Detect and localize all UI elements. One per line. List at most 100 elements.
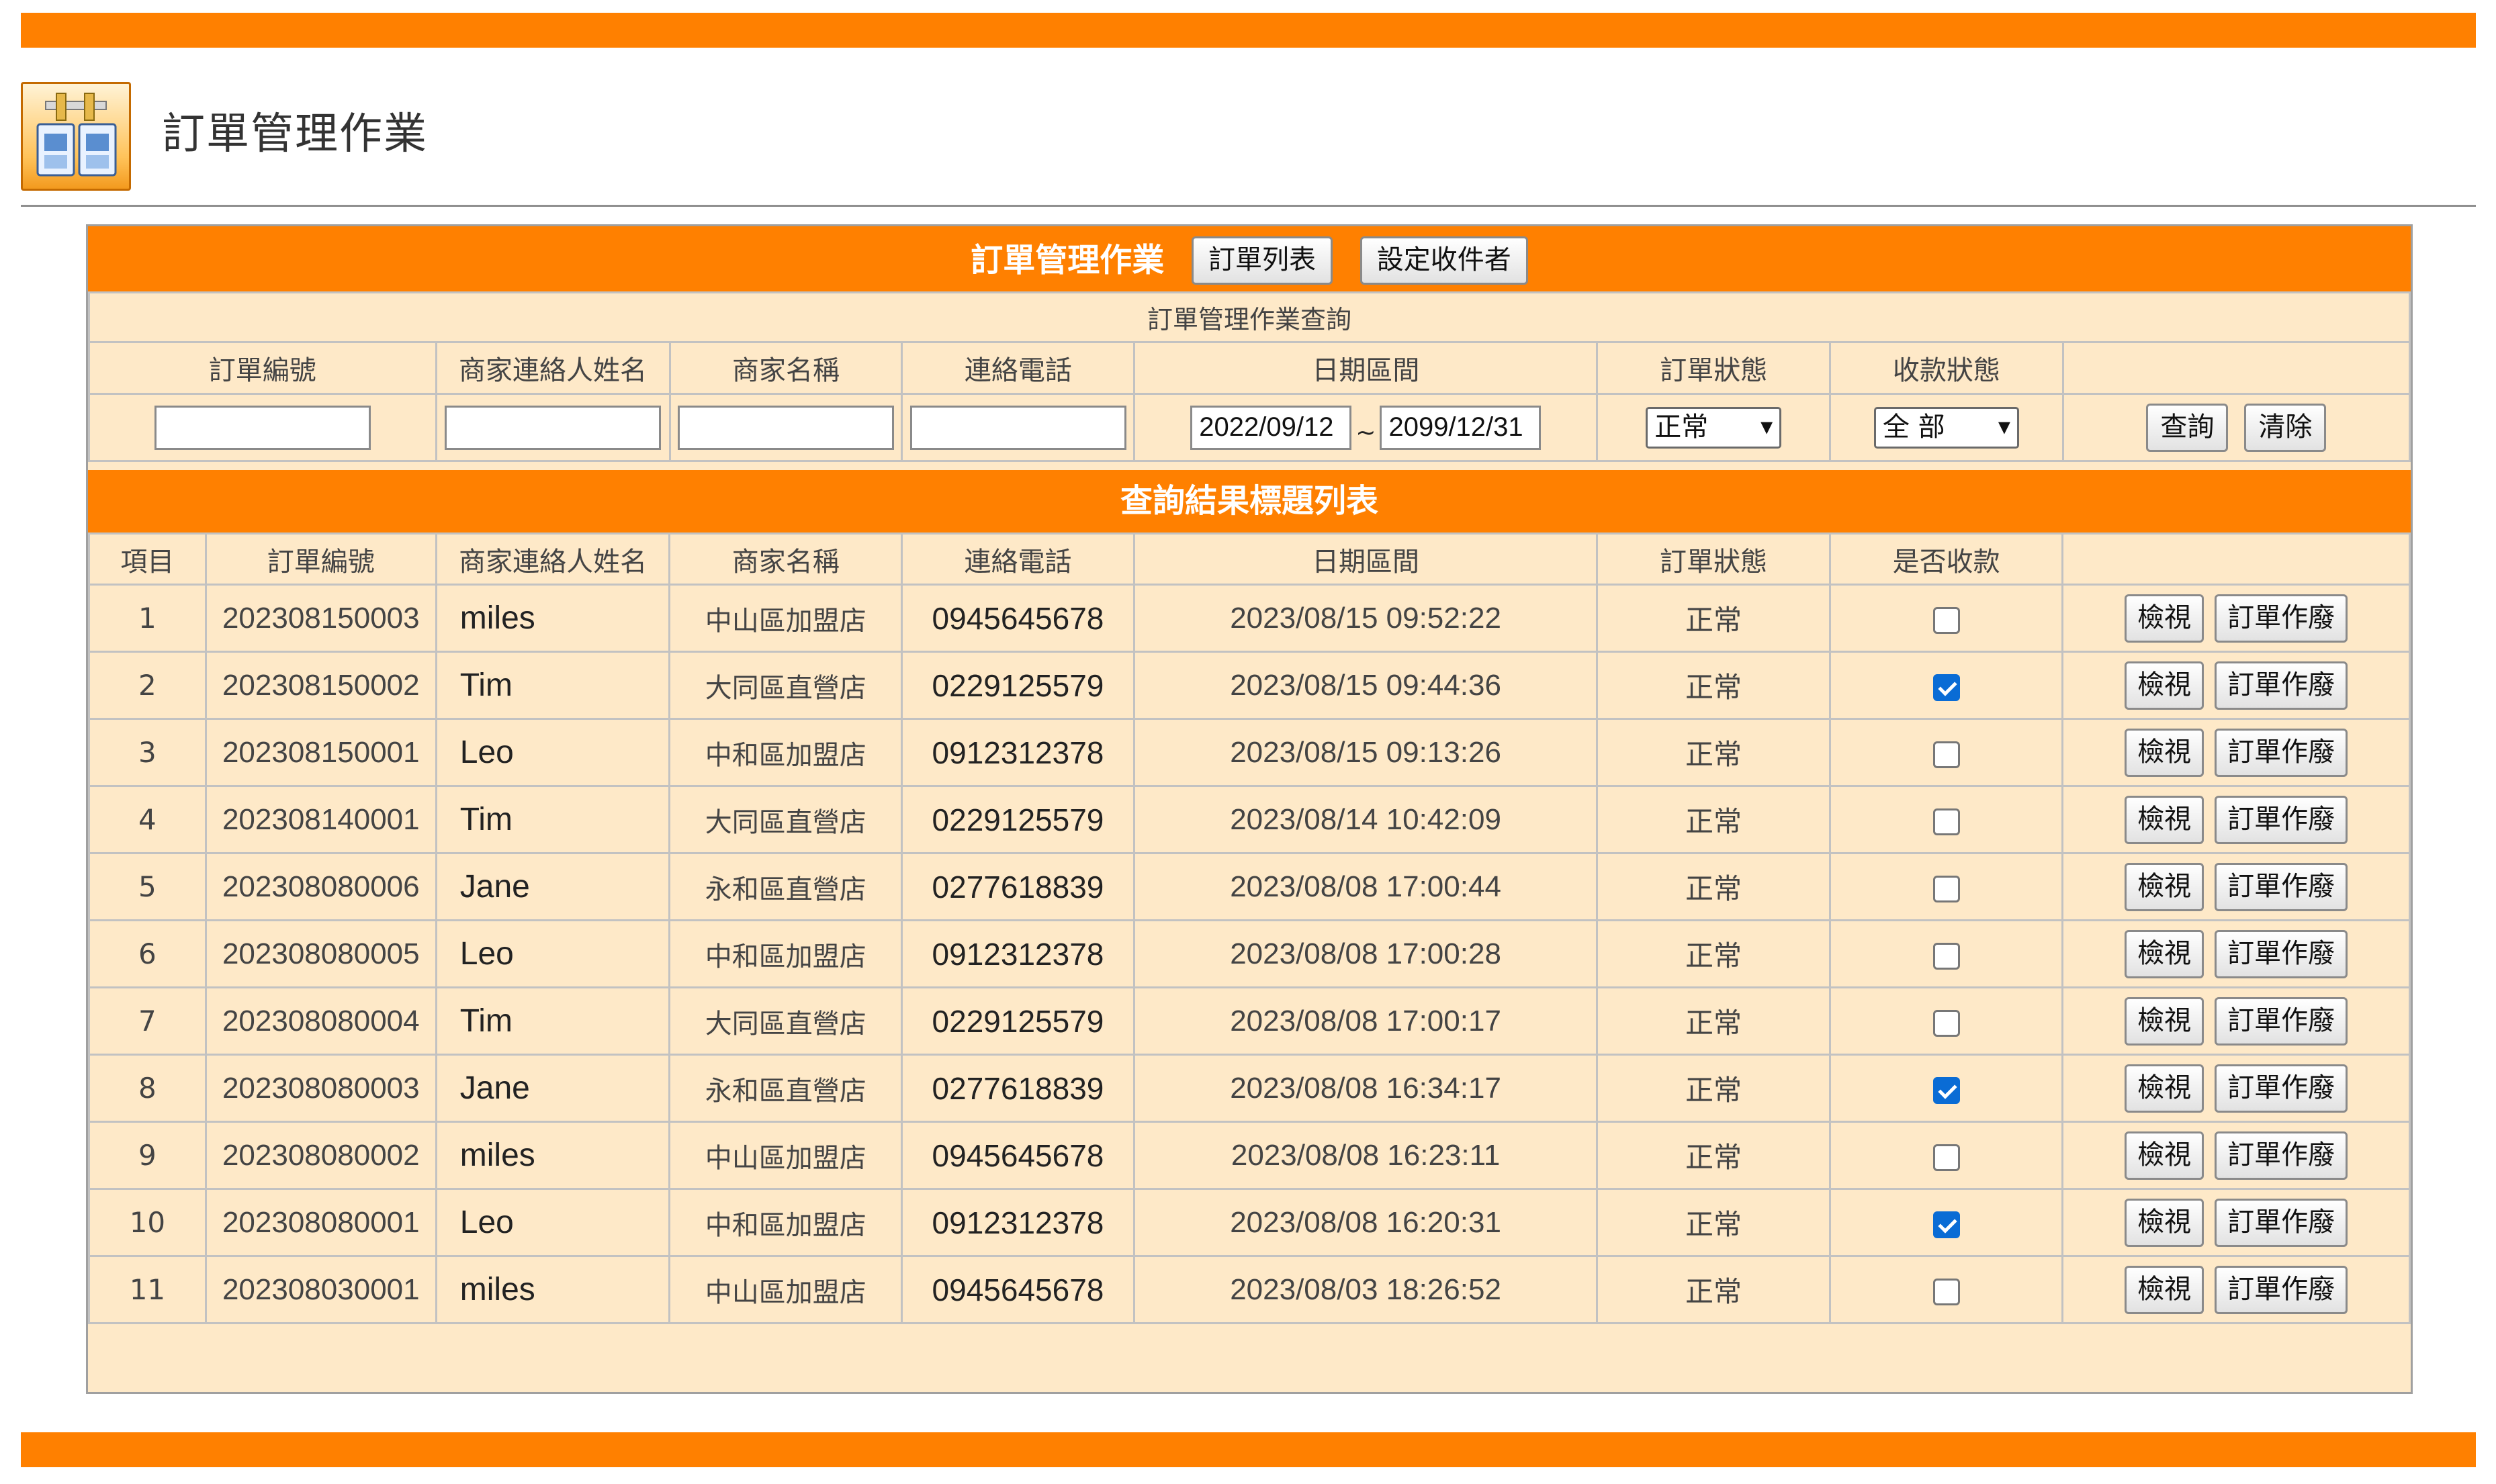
paid-checkbox[interactable] (1932, 875, 1960, 902)
paid-checkbox[interactable] (1932, 1211, 1960, 1238)
void-order-button[interactable]: 訂單作廢 (2215, 661, 2348, 710)
row-store-name: 大同區直營店 (668, 651, 903, 720)
paid-checkbox[interactable] (1932, 606, 1960, 634)
paid-checkbox[interactable] (1932, 1278, 1960, 1305)
paid-checkbox[interactable] (1932, 1144, 1960, 1171)
view-button[interactable]: 檢視 (2125, 728, 2204, 777)
query-subtitle: 訂單管理作業查詢 (88, 291, 2411, 343)
view-button[interactable]: 檢視 (2125, 1265, 2204, 1314)
row-store-name: 中和區加盟店 (668, 718, 903, 787)
row-phone: 0912312378 (901, 718, 1135, 787)
paid-checkbox[interactable] (1932, 674, 1960, 701)
row-date: 2023/08/08 16:20:31 (1132, 1188, 1599, 1257)
search-button[interactable]: 查詢 (2146, 403, 2229, 452)
void-order-button[interactable]: 訂單作廢 (2215, 1265, 2348, 1314)
order-list-button[interactable]: 訂單列表 (1192, 236, 1333, 285)
row-date: 2023/08/15 09:44:36 (1132, 651, 1599, 720)
row-date: 2023/08/08 17:00:44 (1132, 852, 1599, 921)
page-title: 訂單管理作業 (162, 109, 428, 159)
query-col-store-name: 商家名稱 (668, 341, 903, 395)
row-paid-cell (1828, 852, 2064, 921)
payment-status-cell: 全 部 ▾ (1829, 393, 2064, 462)
order-status-select[interactable]: 正常 ▾ (1646, 406, 1782, 449)
row-order-status: 正常 (1596, 718, 1831, 787)
set-recipient-button[interactable]: 設定收件者 (1360, 236, 1528, 285)
col-date: 日期區間 (1132, 532, 1599, 586)
row-phone: 0945645678 (901, 584, 1135, 653)
paid-checkbox[interactable] (1932, 1076, 1960, 1104)
date-to-input[interactable] (1380, 405, 1542, 450)
void-order-button[interactable]: 訂單作廢 (2215, 862, 2348, 911)
col-paid: 是否收款 (1828, 532, 2064, 586)
row-contact-name: Tim (435, 785, 671, 854)
row-order-no: 202308080001 (204, 1188, 437, 1257)
row-contact-name: Leo (435, 1188, 671, 1257)
view-button[interactable]: 檢視 (2125, 996, 2204, 1046)
order-no-input[interactable] (154, 405, 371, 450)
void-order-button[interactable]: 訂單作廢 (2215, 996, 2348, 1046)
table-row: 8 202308080003 Jane 永和區直營店 0277618839 2023/08… (88, 1054, 2411, 1123)
row-store-name: 中和區加盟店 (668, 1188, 903, 1257)
row-date: 2023/08/08 16:34:17 (1132, 1054, 1599, 1123)
view-button[interactable]: 檢視 (2125, 1131, 2204, 1180)
row-date: 2023/08/14 10:42:09 (1132, 785, 1599, 854)
row-phone: 0229125579 (901, 651, 1135, 720)
paid-checkbox[interactable] (1932, 1009, 1960, 1037)
phone-input[interactable] (909, 405, 1126, 450)
clear-button[interactable]: 清除 (2244, 403, 2327, 452)
view-button[interactable]: 檢視 (2125, 929, 2204, 978)
void-order-button[interactable]: 訂單作廢 (2215, 1064, 2348, 1113)
col-store-name: 商家名稱 (668, 532, 903, 586)
row-contact-name: Tim (435, 651, 671, 720)
row-order-no: 202308080003 (204, 1054, 437, 1123)
row-store-name: 中山區加盟店 (668, 1121, 903, 1190)
store-name-input[interactable] (677, 405, 894, 450)
row-contact-name: miles (435, 1255, 671, 1324)
store-name-cell (668, 393, 903, 462)
row-order-status: 正常 (1596, 1188, 1831, 1257)
results-title: 查詢結果標題列表 (88, 470, 2411, 532)
void-order-button[interactable]: 訂單作廢 (2215, 594, 2348, 643)
view-button[interactable]: 檢視 (2125, 795, 2204, 844)
row-item-no: 7 (88, 986, 207, 1056)
paid-checkbox[interactable] (1932, 942, 1960, 970)
top-accent-bar (21, 13, 2476, 48)
row-phone: 0945645678 (901, 1121, 1135, 1190)
row-actions-cell: 檢視 訂單作廢 (2061, 1188, 2411, 1257)
row-date: 2023/08/08 16:23:11 (1132, 1121, 1599, 1190)
query-col-date-range: 日期區間 (1133, 341, 1599, 395)
payment-status-select[interactable]: 全 部 ▾ (1873, 406, 2019, 449)
row-contact-name: Jane (435, 1054, 671, 1123)
row-phone: 0229125579 (901, 785, 1135, 854)
paid-checkbox[interactable] (1932, 808, 1960, 835)
view-button[interactable]: 檢視 (2125, 661, 2204, 710)
view-button[interactable]: 檢視 (2125, 862, 2204, 911)
row-paid-cell (1828, 718, 2064, 787)
void-order-button[interactable]: 訂單作廢 (2215, 929, 2348, 978)
row-date: 2023/08/08 17:00:17 (1132, 986, 1599, 1056)
view-button[interactable]: 檢視 (2125, 1198, 2204, 1247)
query-actions-cell: 查詢 清除 (2061, 393, 2411, 462)
paid-checkbox[interactable] (1932, 741, 1960, 768)
row-actions-cell: 檢視 訂單作廢 (2061, 1121, 2411, 1190)
view-button[interactable]: 檢視 (2125, 594, 2204, 643)
col-phone: 連絡電話 (901, 532, 1135, 586)
void-order-button[interactable]: 訂單作廢 (2215, 1131, 2348, 1180)
date-from-input[interactable] (1190, 405, 1352, 450)
row-phone: 0277618839 (901, 852, 1135, 921)
void-order-button[interactable]: 訂單作廢 (2215, 795, 2348, 844)
contact-name-input[interactable] (445, 405, 662, 450)
row-store-name: 中山區加盟店 (668, 584, 903, 653)
row-item-no: 11 (88, 1255, 207, 1324)
row-order-status: 正常 (1596, 1054, 1831, 1123)
row-contact-name: Leo (435, 919, 671, 988)
query-col-phone: 連絡電話 (901, 341, 1136, 395)
order-management-panel: 訂單管理作業 訂單列表 設定收件者 訂單管理作業查詢 訂單編號 商家連絡人姓名 … (86, 224, 2413, 1394)
row-item-no: 8 (88, 1054, 207, 1123)
row-actions-cell: 檢視 訂單作廢 (2061, 852, 2411, 921)
row-order-no: 202308150001 (204, 718, 437, 787)
view-button[interactable]: 檢視 (2125, 1064, 2204, 1113)
row-paid-cell (1828, 651, 2064, 720)
void-order-button[interactable]: 訂單作廢 (2215, 728, 2348, 777)
void-order-button[interactable]: 訂單作廢 (2215, 1198, 2348, 1247)
